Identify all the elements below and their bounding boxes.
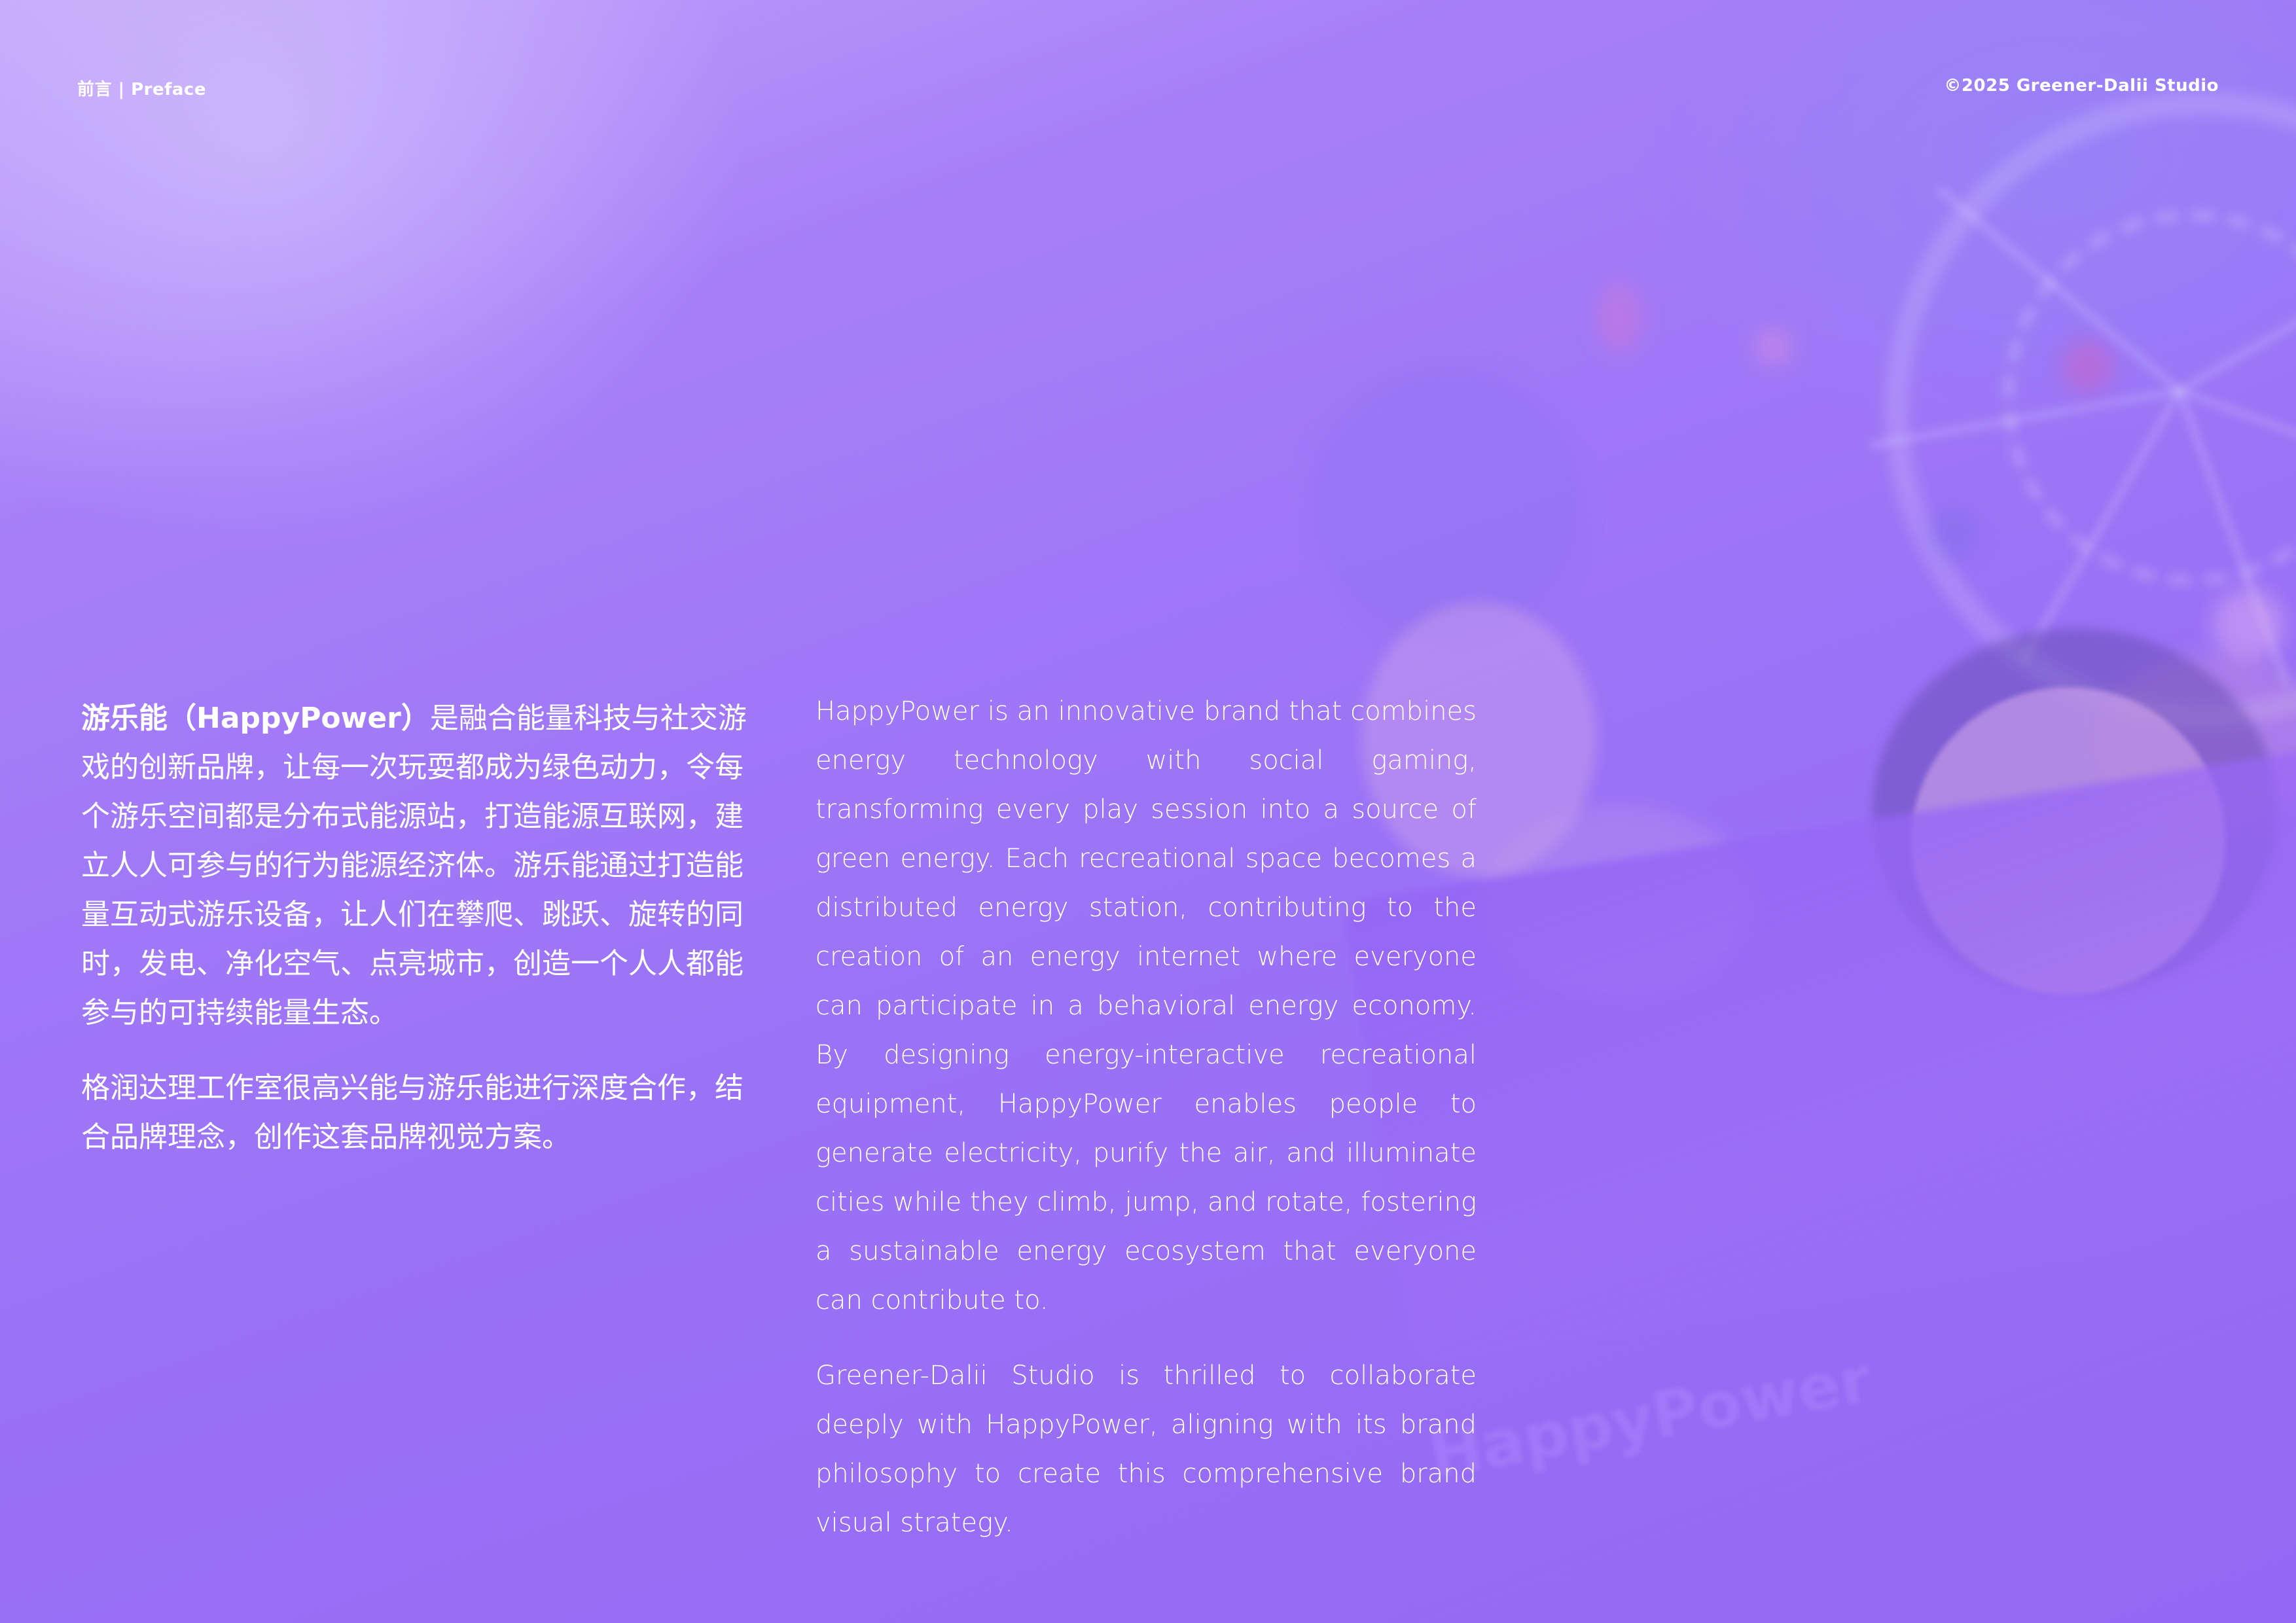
copyright-notice: ©2025 Greener-Dalii Studio bbox=[1944, 76, 2219, 96]
background-glow bbox=[1636, 0, 2296, 458]
child-figure-blurred bbox=[1479, 805, 1754, 1001]
brand-name: 游乐能（HappyPower） bbox=[81, 702, 430, 735]
child-hair-shape bbox=[1872, 628, 2278, 995]
chinese-text-column: 游乐能（HappyPower）是融合能量科技与社交游戏的创新品牌，让每一次玩耍都… bbox=[81, 694, 749, 1188]
bokeh-light bbox=[1931, 510, 1977, 556]
slide-ramp-shape bbox=[1342, 729, 2296, 1369]
english-paragraph-2: Greener-Dalii Studio is thrilled to coll… bbox=[816, 1361, 1477, 1538]
english-text-column: HappyPower is an innovative brand that c… bbox=[816, 687, 1477, 1574]
preface-page: HappyPower 前言 | Preface ©2025 Greener-Da… bbox=[0, 0, 2296, 1623]
english-paragraph-1: HappyPower is an innovative brand that c… bbox=[816, 696, 1477, 1315]
section-label: 前言 | Preface bbox=[77, 80, 207, 99]
happypower-watermark: HappyPower bbox=[1424, 1342, 1877, 1493]
chinese-paragraph-1-body: 是融合能量科技与社交游戏的创新品牌，让每一次玩耍都成为绿色动力，令每个游乐空间都… bbox=[81, 702, 747, 1029]
chinese-paragraph-1: 游乐能（HappyPower）是融合能量科技与社交游戏的创新品牌，让每一次玩耍都… bbox=[81, 694, 749, 1037]
bokeh-light bbox=[1309, 366, 1584, 641]
child-face-shape bbox=[1911, 687, 2225, 995]
chinese-paragraph-2: 格润达理工作室很高兴能与游乐能进行深度合作，结合品牌理念，创作这套品牌视觉方案。 bbox=[81, 1071, 744, 1154]
bokeh-light bbox=[2094, 654, 2296, 825]
bokeh-light bbox=[2212, 589, 2284, 661]
